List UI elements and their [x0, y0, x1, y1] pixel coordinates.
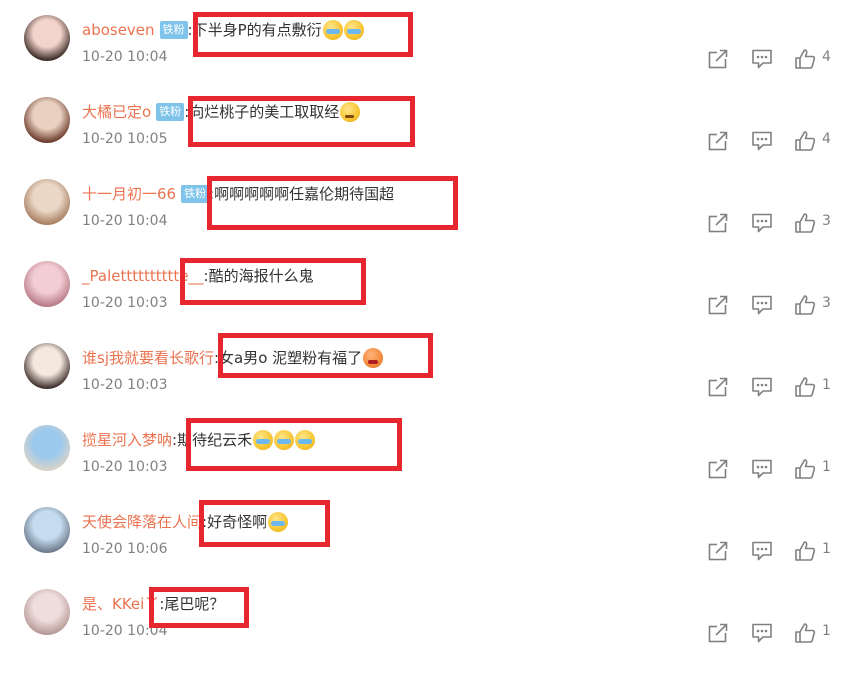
- username-link[interactable]: 揽星河入梦呐: [82, 428, 172, 452]
- comment-item: aboseven 铁粉 : 下半身P的有点敷衍 crycry 10-20 10:…: [0, 15, 860, 100]
- repost-icon[interactable]: [707, 458, 729, 480]
- reply-icon[interactable]: [751, 376, 773, 398]
- repost-icon[interactable]: [707, 622, 729, 644]
- reply-icon[interactable]: [751, 622, 773, 644]
- like-icon[interactable]: [794, 540, 816, 562]
- reply-icon[interactable]: [751, 212, 773, 234]
- like-count: 1: [822, 623, 831, 639]
- username-link[interactable]: 是、KKei丫: [82, 592, 159, 616]
- comment-item: 天使会降落在人间 : 好奇怪啊 cry 10-20 10:06 1: [0, 507, 860, 592]
- comment-actions: 1: [0, 376, 860, 398]
- username-link[interactable]: 大橘已定o: [82, 100, 151, 124]
- like-count: 3: [822, 213, 831, 229]
- highlight-box: [193, 12, 413, 57]
- reply-icon[interactable]: [751, 294, 773, 316]
- repost-icon[interactable]: [707, 212, 729, 234]
- like-count: 1: [822, 541, 831, 557]
- like-count: 1: [822, 459, 831, 475]
- reply-icon[interactable]: [751, 48, 773, 70]
- highlight-box: [199, 500, 330, 547]
- reply-icon[interactable]: [751, 458, 773, 480]
- comment-actions: 3: [0, 294, 860, 316]
- username-link[interactable]: aboseven: [82, 18, 155, 42]
- like-icon[interactable]: [794, 622, 816, 644]
- reply-icon[interactable]: [751, 130, 773, 152]
- like-icon[interactable]: [794, 212, 816, 234]
- username-link[interactable]: 天使会降落在人间: [82, 510, 202, 534]
- highlight-box: [186, 418, 402, 471]
- like-icon[interactable]: [794, 48, 816, 70]
- like-count: 3: [822, 295, 831, 311]
- repost-icon[interactable]: [707, 294, 729, 316]
- repost-icon[interactable]: [707, 130, 729, 152]
- comment-item: 揽星河入梦呐 : 期待纪云禾 crycrycry 10-20 10:03 1: [0, 425, 860, 510]
- highlight-box: [188, 96, 415, 147]
- like-icon[interactable]: [794, 130, 816, 152]
- comment-actions: 4: [0, 48, 860, 70]
- like-count: 1: [822, 377, 831, 393]
- highlight-box: [180, 258, 366, 305]
- comment-item: 大橘已定o 铁粉 : 向烂桃子的美工取取经 thinking 10-20 10:…: [0, 97, 860, 182]
- fan-badge: 铁粉: [181, 185, 210, 203]
- like-icon[interactable]: [794, 294, 816, 316]
- comment-actions: 1: [0, 458, 860, 480]
- fan-badge: 铁粉: [159, 21, 188, 39]
- repost-icon[interactable]: [707, 376, 729, 398]
- username-link[interactable]: 谁sj我就要看长歌行: [82, 346, 214, 370]
- comment-actions: 4: [0, 130, 860, 152]
- comment-actions: 1: [0, 540, 860, 562]
- like-icon[interactable]: [794, 458, 816, 480]
- repost-icon[interactable]: [707, 48, 729, 70]
- highlight-box: [149, 587, 249, 628]
- username-link[interactable]: 十一月初一66: [82, 182, 176, 206]
- highlight-box: [207, 176, 458, 230]
- fan-badge: 铁粉: [156, 103, 185, 121]
- comment-actions: 1: [0, 622, 860, 644]
- highlight-box: [218, 333, 433, 378]
- reply-icon[interactable]: [751, 540, 773, 562]
- like-icon[interactable]: [794, 376, 816, 398]
- repost-icon[interactable]: [707, 540, 729, 562]
- like-count: 4: [822, 49, 831, 65]
- like-count: 4: [822, 131, 831, 147]
